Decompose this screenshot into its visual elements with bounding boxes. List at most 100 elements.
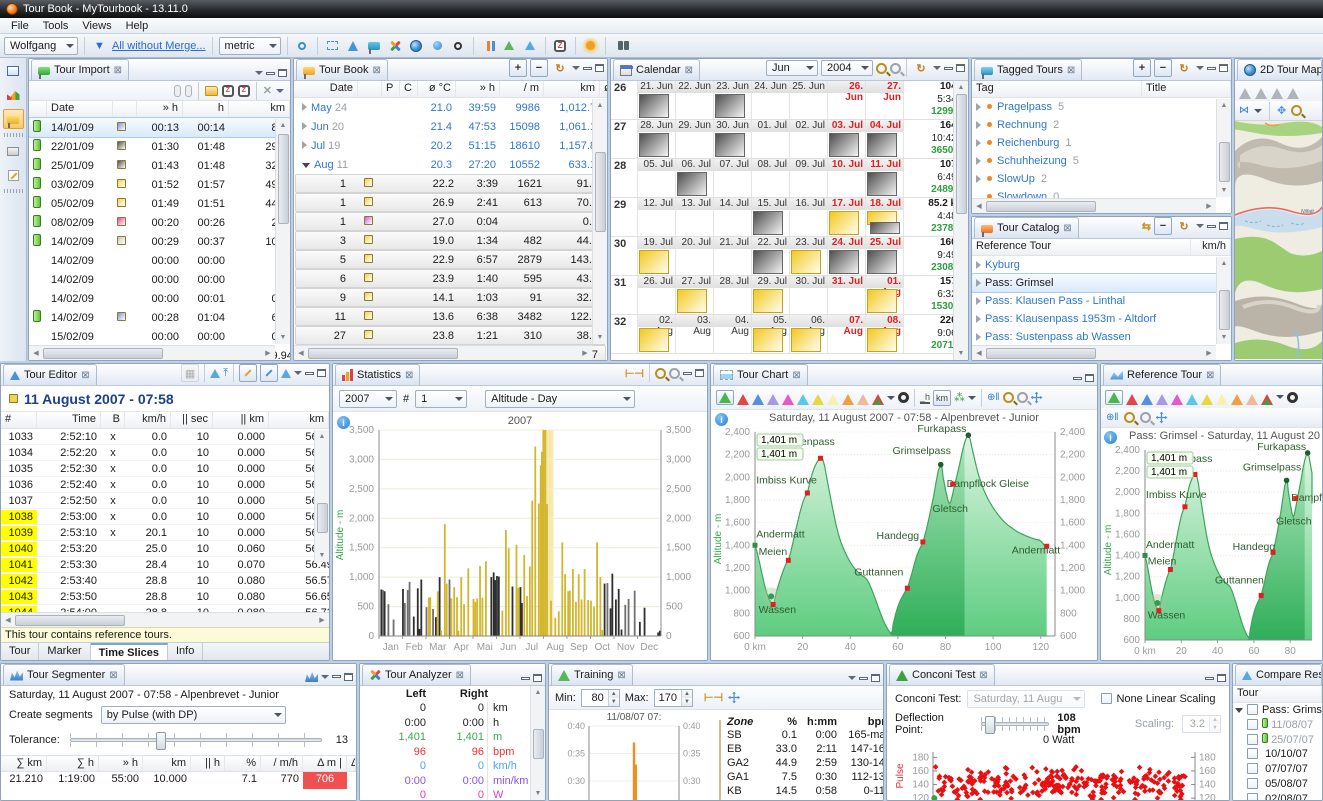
scaling-spinner[interactable]: 3.2▲▼ [1182,715,1221,733]
calendar-day-cell[interactable]: 06. Aug [789,315,827,353]
tour-type-triangle[interactable] [1141,394,1153,405]
slider-thumb[interactable] [985,716,995,734]
tour-block[interactable] [867,328,897,352]
tour-block[interactable] [715,94,745,118]
collapse-all-icon[interactable] [1154,217,1172,235]
calendar-day-cell[interactable]: 08. Jul [751,159,789,197]
tour-block[interactable] [753,328,783,352]
tab-tour-book[interactable]: Tour Book ⊠ [296,59,388,80]
show-time-icon[interactable]: _h [920,392,930,404]
tab-training[interactable]: Training ⊠ [551,664,633,685]
time-slice-row[interactable]: 10412:53:30 28.4100.07056.490 [1,557,329,573]
tour-block[interactable] [867,250,897,274]
horizontal-scrollbar[interactable]: ◀▶ [972,345,1216,360]
month-combo[interactable]: Jun [766,60,818,76]
tab-conconi[interactable]: Conconi Test ⊠ [889,664,995,685]
minimize-icon[interactable] [521,677,530,680]
sync-map-icon[interactable]: ⋈ [1239,105,1249,116]
expander-icon[interactable] [302,122,307,130]
checkbox[interactable] [1247,704,1258,715]
minimize-icon[interactable] [1073,377,1082,380]
month-row[interactable]: Aug 11 20.327:2010552633.1 [294,155,607,174]
tour-type-triangle[interactable] [1171,394,1183,405]
column-header[interactable]: km/h [125,412,171,428]
zoom-out-icon[interactable] [1140,412,1151,423]
calendar-day-cell[interactable]: 30. Jun [713,120,751,158]
reference-chart-canvas[interactable]: 6008001,0001,2001,4001,6001,8002,0002,20… [1101,442,1322,658]
table-row[interactable]: 05/02/09 01:4901:5144.703 [29,194,290,213]
tab-compare-result[interactable]: Compare Result ⊠ [1235,664,1322,685]
minimize-icon[interactable] [1205,677,1214,680]
tour-chart-canvas[interactable]: 6006008008001,0001,0001,2001,2001,4001,4… [711,424,1095,654]
vertical-scrollbar[interactable]: ▲▼ [592,99,607,344]
day-row[interactable]: 9 14.11:039132.6 [295,288,606,307]
column-header[interactable]: || h [191,756,225,771]
vertical-scrollbar[interactable]: ▲▼ [1216,257,1231,344]
device-import-icon[interactable]: Z [238,85,250,97]
table-row[interactable]: 14/02/09 00:2900:3710.746 [29,232,290,251]
column-header[interactable]: % [225,756,261,771]
maximize-icon[interactable] [695,369,704,377]
person-combo[interactable]: Wolfgang [4,37,78,55]
tour-type-triangle[interactable] [842,394,854,405]
close-icon[interactable]: ⊠ [979,670,987,681]
close-icon[interactable]: ⊠ [1063,223,1071,234]
maximize-icon[interactable] [278,69,287,77]
minimize-icon[interactable] [583,67,592,70]
tour-block[interactable] [829,250,859,274]
calendar-day-cell[interactable]: 27. Jul [675,276,713,314]
segment-method-combo[interactable]: by Pulse (with DP) [101,706,286,724]
expander-icon[interactable] [976,333,981,341]
time-slice-row[interactable]: 10372:52:50x 0.0100.00056.360 [1,493,329,509]
tour-type-triangle[interactable] [797,394,809,405]
column-header[interactable]: Δ m | [303,756,347,771]
adjust-altitude-icon[interactable]: ⤒ [223,367,228,380]
table-row[interactable]: 14/01/09 00:1300:148.847 [29,118,290,137]
maximize-icon[interactable] [956,64,965,72]
map-globe-icon[interactable] [408,37,425,54]
maximize-icon[interactable] [344,673,353,681]
column-header[interactable] [358,81,382,97]
sun-icon[interactable] [582,37,599,54]
horizontal-scrollbar[interactable]: ◀▶ [972,198,1216,213]
horizontal-scrollbar[interactable]: ◀▶ [294,345,592,360]
unit-combo[interactable]: metric [219,37,281,55]
column-header[interactable]: Title [1142,81,1231,97]
calendar-day-cell[interactable]: 22. Jun [675,81,713,119]
checkbox[interactable] [1247,778,1258,789]
expander-icon[interactable] [976,175,981,183]
day-row[interactable]: 27 23.81:2131038.3 [295,326,606,345]
calendar-day-cell[interactable]: 09. Jul [789,159,827,197]
tour-type-triangle-multi[interactable] [1261,394,1273,405]
column-header[interactable] [29,101,47,117]
close-icon[interactable]: ⊠ [685,65,693,76]
expand-all-icon[interactable] [1133,59,1151,77]
calendar-day-cell[interactable]: 21. Jul [713,237,751,275]
day-row[interactable]: 1 27.00:040.7 [295,212,606,231]
tour-filter-link[interactable]: All without Merge... [112,40,206,52]
zoom-out-icon[interactable] [669,368,680,379]
tab-tour-chart[interactable]: Tour Chart ⊠ [713,364,808,385]
tab-reference-tour[interactable]: Reference Tour ⊠ [1103,364,1221,385]
view-menu-icon[interactable] [1196,66,1204,70]
tour-type-triangle[interactable] [767,394,779,405]
calendar-day-cell[interactable]: 01. Aug [865,276,903,314]
expander-icon[interactable] [976,121,981,129]
zoom-in-icon[interactable] [655,368,666,379]
calendar-day-cell[interactable]: 24. Jun [751,81,789,119]
view-menu-icon[interactable] [1196,224,1204,228]
column-header[interactable]: km/h [1191,239,1231,255]
checkbox[interactable] [1247,734,1258,745]
show-distance-icon[interactable]: km [933,390,951,406]
map-canvas[interactable]: Nilfatt [1235,121,1322,359]
time-slice-row[interactable]: 10342:52:20x 0.0100.00056.360 [1,445,329,461]
column-header[interactable]: P [382,81,400,97]
calendar-day-cell[interactable]: 22. Jul [751,237,789,275]
tour-block[interactable] [639,250,669,274]
tour-type-triangle[interactable] [1287,88,1299,99]
tour-type-triangle[interactable] [857,394,869,405]
tab-tour-import[interactable]: Tour Import ⊠ [31,59,129,80]
zoom-in-icon[interactable] [1291,105,1302,116]
column-header[interactable]: B [101,412,125,428]
checkbox[interactable] [1247,748,1258,759]
